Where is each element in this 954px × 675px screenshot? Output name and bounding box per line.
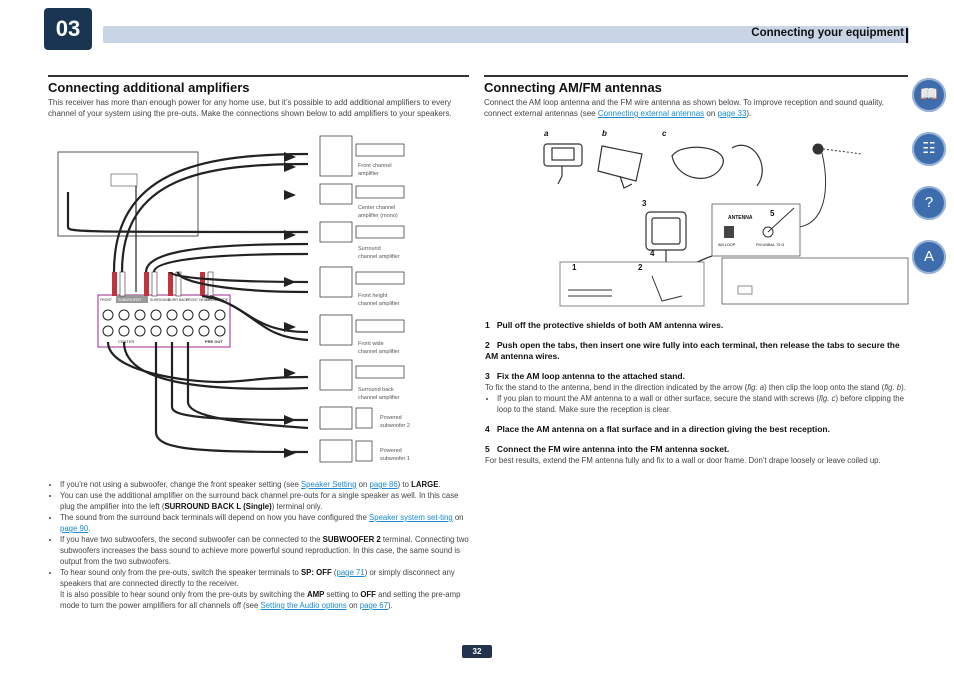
page-71-link[interactable]: page 71	[337, 568, 365, 577]
header-bar-end	[906, 28, 908, 43]
step-4: 4 Place the AM antenna on a flat surface…	[485, 424, 830, 434]
fm-unbal-label: FM UNBAL 75 Ω	[756, 243, 784, 247]
page-90-link[interactable]: page 90	[60, 524, 88, 533]
page-86-link[interactable]: page 86	[369, 480, 397, 489]
fig-label-c: c	[662, 129, 667, 138]
glossary-icon[interactable]: A	[912, 240, 946, 274]
amp-label-surround-back: Surround back channel amplifier	[358, 387, 400, 401]
step-2: 2 Push open the tabs, then insert one wi…	[485, 340, 900, 361]
antennas-intro: Connect the AM loop antenna and the FM w…	[484, 98, 884, 118]
step-marker-1: 1	[572, 263, 577, 272]
panel-label-front: FRONT	[100, 298, 113, 302]
loop-stand-fig-b	[597, 145, 643, 189]
am-loop-label: AM LOOP	[718, 243, 736, 247]
loop-stand-fig-a	[543, 143, 583, 185]
section-title-amplifiers: Connecting additional amplifiers	[48, 80, 250, 95]
section-title-antennas: Connecting AM/FM antennas	[484, 80, 662, 95]
page-header-title: Connecting your equipment	[751, 27, 904, 39]
chapter-number: 03	[44, 8, 92, 50]
amp-label-subwoofer-1: Powered subwoofer 1	[380, 448, 410, 462]
step-5: 5 Connect the FM wire antenna into the F…	[485, 444, 730, 454]
amp-label-subwoofer-2: Powered subwoofer 2	[380, 415, 410, 429]
amp-label-front-height: Front height channel amplifier	[358, 293, 400, 307]
step-3-text: To fix the stand to the antenna, bend in…	[485, 383, 906, 392]
wire-detail-box	[559, 261, 705, 307]
fig-label-b: b	[602, 129, 607, 138]
note-item: To hear sound only from the pre-outs, sw…	[60, 567, 472, 611]
page-67-link[interactable]: page 67	[360, 601, 388, 610]
speaker-setting-link[interactable]: Speaker Setting	[301, 480, 356, 489]
step-marker-4: 4	[650, 249, 655, 258]
receiver-top-view	[57, 151, 199, 237]
antenna-panel-title: ANTENNA	[728, 215, 753, 221]
fig-label-a: a	[544, 129, 549, 138]
section-rule-left	[48, 75, 469, 77]
step-5-text: For best results, extend the FM antenna …	[485, 456, 881, 465]
audio-options-link[interactable]: Setting the Audio options	[261, 601, 347, 610]
note-item: If you’re not using a subwoofer, change …	[60, 479, 472, 490]
panel-label-preout: PRE OUT	[205, 339, 223, 344]
section-rule-right	[484, 75, 908, 77]
amp-label-front: Front channel amplifier	[358, 163, 392, 177]
receiver-rear-panel	[721, 257, 909, 305]
page-33-link[interactable]: page 33	[718, 109, 747, 118]
antenna-steps: 1 Pull off the protective shields of bot…	[485, 320, 909, 466]
note-item: You can use the additional amplifier on …	[60, 490, 472, 512]
loop-stand-fig-c	[671, 144, 763, 187]
amplifier-notes: If you’re not using a subwoofer, change …	[48, 479, 472, 611]
speaker-system-setting-link[interactable]: Speaker system set-ting	[369, 513, 453, 522]
page-number: 32	[462, 645, 492, 658]
amp-label-surround: Surround channel amplifier	[358, 246, 400, 260]
panel-label-subwoofer: SUBWOOFER	[118, 298, 141, 302]
help-icon[interactable]: ?	[912, 186, 946, 220]
step-3-note: If you plan to mount the AM antenna to a…	[497, 393, 909, 415]
step-1: 1 Pull off the protective shields of bot…	[485, 320, 724, 330]
remote-icon[interactable]: ☷	[912, 132, 946, 166]
step-marker-2: 2	[638, 263, 643, 272]
antenna-connection-diagram: a b c 3 4 1 2 ANTENNA AM LOOP FM UNBAL 7…	[543, 129, 909, 307]
amp-label-front-wide: Front wide channel amplifier	[358, 341, 400, 355]
step-marker-5: 5	[770, 209, 775, 218]
book-icon[interactable]: 📖	[912, 78, 946, 112]
step-3: 3 Fix the AM loop antenna to the attache…	[485, 371, 685, 381]
note-item: The sound from the surround back termina…	[60, 512, 472, 534]
amp-label-center: Center channel amplifier (mono)	[358, 205, 398, 219]
note-item: If you have two subwoofers, the second s…	[60, 534, 472, 567]
amplifiers-intro: This receiver has more than enough power…	[48, 98, 452, 118]
step-marker-3: 3	[642, 199, 647, 208]
panel-label-center: CENTER	[118, 339, 135, 344]
external-antennas-link[interactable]: Connecting external antennas	[598, 109, 704, 118]
